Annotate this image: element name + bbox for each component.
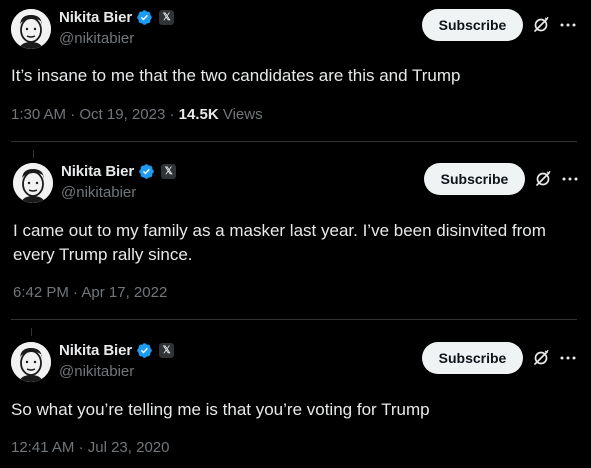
tweet-time[interactable]: 12:41 AM (11, 439, 74, 456)
more-icon[interactable] (559, 349, 577, 367)
grok-icon[interactable] (531, 348, 551, 368)
tweet-text: So what you’re telling me is that you’re… (11, 400, 430, 419)
x-affiliation-icon[interactable]: 𝕏 (159, 343, 175, 358)
meta-separator: · (78, 439, 84, 456)
subscribe-button[interactable]: Subscribe (422, 342, 523, 374)
tweet-meta: 12:41 AM · Jul 23, 2020 (11, 439, 169, 456)
author-handle[interactable]: @nikitabier (59, 363, 134, 380)
author-name[interactable]: Nikita Bier (59, 342, 132, 359)
tweet-3: Nikita Bier 𝕏 @nikitabier Subscribe So w… (0, 0, 591, 468)
tweet-date[interactable]: Jul 23, 2020 (88, 439, 170, 456)
verified-badge-icon[interactable] (136, 342, 153, 359)
avatar[interactable] (11, 342, 51, 382)
